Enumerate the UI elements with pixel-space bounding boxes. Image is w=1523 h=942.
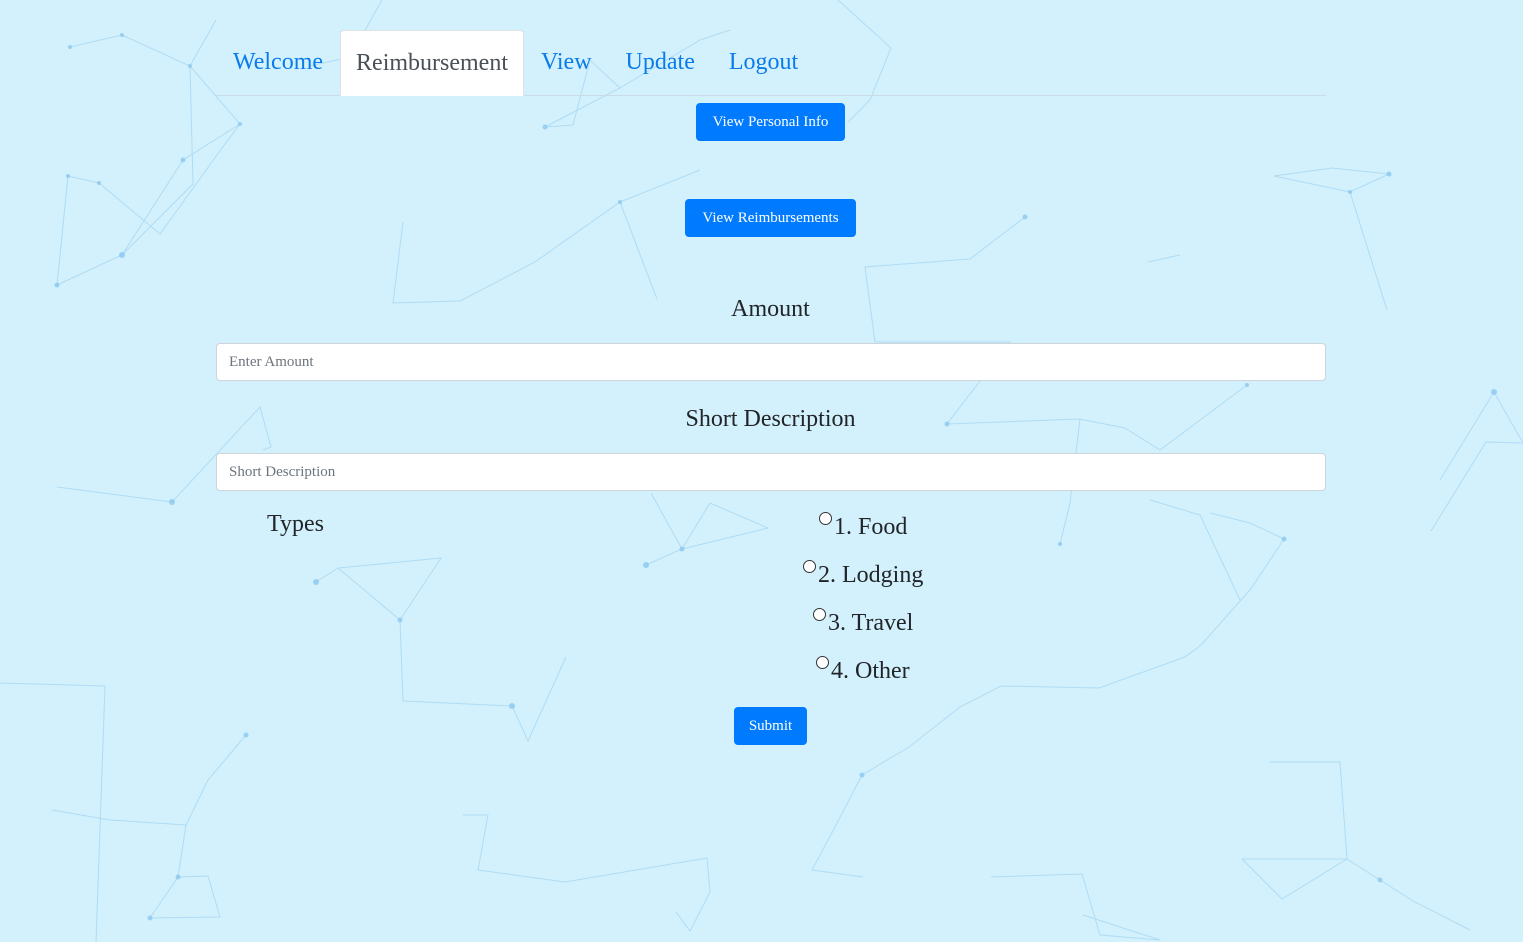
tab-welcome[interactable]: Welcome <box>216 30 340 95</box>
type-option-label: 2. Lodging <box>818 562 924 588</box>
tab-logout[interactable]: Logout <box>712 30 815 95</box>
short-description-label: Short Description <box>685 406 856 432</box>
view-personal-info-button[interactable]: View Personal Info <box>696 103 845 141</box>
submit-button[interactable]: Submit <box>734 707 807 745</box>
radio-other[interactable] <box>816 656 829 669</box>
types-label: Types <box>267 511 324 537</box>
type-option-lodging[interactable]: 2. Lodging <box>803 560 923 589</box>
nav-tabs: Welcome Reimbursement View Update Logout <box>216 29 1326 96</box>
type-option-label: 3. Travel <box>828 610 914 636</box>
tab-update[interactable]: Update <box>609 30 712 95</box>
type-option-other[interactable]: 4. Other <box>816 656 910 685</box>
view-reimbursements-button[interactable]: View Reimbursements <box>685 199 856 237</box>
tab-view[interactable]: View <box>524 30 609 95</box>
type-option-label: 4. Other <box>831 658 910 684</box>
type-option-travel[interactable]: 3. Travel <box>813 608 913 637</box>
tab-reimbursement[interactable]: Reimbursement <box>340 30 524 96</box>
radio-travel[interactable] <box>813 608 826 621</box>
short-description-input[interactable] <box>216 453 1326 491</box>
type-option-food[interactable]: 1. Food <box>819 512 907 541</box>
type-option-label: 1. Food <box>834 514 908 540</box>
amount-input[interactable] <box>216 343 1326 381</box>
radio-food[interactable] <box>819 512 832 525</box>
amount-label: Amount <box>731 296 810 322</box>
radio-lodging[interactable] <box>803 560 816 573</box>
reimbursement-page: Welcome Reimbursement View Update Logout… <box>0 0 1523 942</box>
